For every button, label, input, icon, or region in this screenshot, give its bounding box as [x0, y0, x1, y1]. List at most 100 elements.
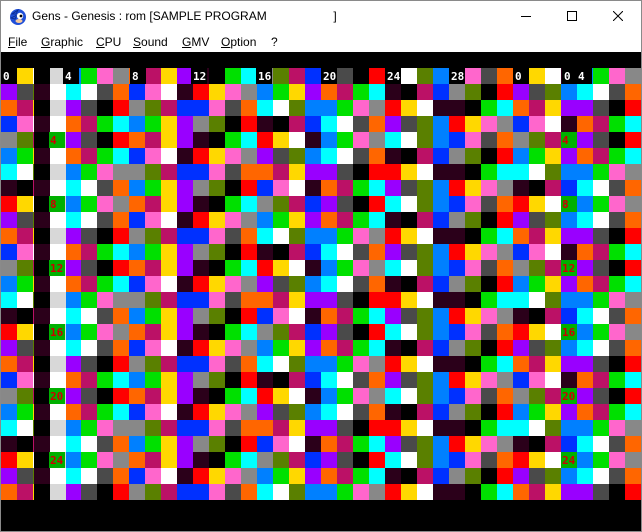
- pattern-tile: [369, 260, 385, 276]
- pattern-tile: [113, 340, 129, 356]
- pattern-tile: [337, 468, 353, 484]
- pattern-tile: [529, 340, 545, 356]
- pattern-tile: [625, 164, 641, 180]
- pattern-tile: [145, 116, 161, 132]
- pattern-tile: [257, 212, 273, 228]
- pattern-tile: [385, 452, 401, 468]
- pattern-tile: [97, 132, 113, 148]
- pattern-tile: [337, 276, 353, 292]
- pattern-tile: [289, 132, 305, 148]
- menu-option[interactable]: Option: [221, 34, 256, 50]
- pattern-tile: [257, 420, 273, 436]
- pattern-tile: [529, 404, 545, 420]
- menu-file[interactable]: File: [8, 34, 27, 50]
- pattern-tile: [1, 132, 17, 148]
- menu-gmv[interactable]: GMV: [182, 34, 209, 50]
- pattern-tile: [81, 68, 97, 84]
- menu-graphic[interactable]: Graphic: [41, 34, 83, 50]
- pattern-tile: [529, 372, 545, 388]
- pattern-tile: [273, 228, 289, 244]
- pattern-tile: [401, 308, 417, 324]
- pattern-tile: [337, 308, 353, 324]
- pattern-tile: [97, 164, 113, 180]
- pattern-tile: [401, 388, 417, 404]
- pattern-tile: [337, 164, 353, 180]
- pattern-tile: [305, 436, 321, 452]
- pattern-tile: [465, 228, 481, 244]
- pattern-strip-tile: [34, 324, 50, 340]
- pattern-tile: [1, 372, 17, 388]
- pattern-tile: [625, 340, 641, 356]
- pattern-tile: [609, 100, 625, 116]
- pattern-tile: [305, 164, 321, 180]
- pattern-tile: [465, 340, 481, 356]
- pattern-tile: [497, 260, 513, 276]
- pattern-tile: [241, 196, 257, 212]
- pattern-tile: [97, 116, 113, 132]
- pattern-tile: [65, 436, 81, 452]
- pattern-tile: [353, 100, 369, 116]
- title-bar[interactable]: Gens - Genesis : rom [SAMPLE PROGRAM ]: [1, 1, 641, 32]
- pattern-tile: [609, 292, 625, 308]
- pattern-tile: [113, 244, 129, 260]
- pattern-tile: [433, 148, 449, 164]
- pattern-tile: [561, 292, 577, 308]
- pattern-tile: [449, 244, 465, 260]
- pattern-tile: [81, 436, 97, 452]
- pattern-tile: [513, 388, 529, 404]
- pattern-strip-tile: [34, 68, 50, 84]
- pattern-tile: [1, 276, 17, 292]
- pattern-tile: [241, 468, 257, 484]
- pattern-tile: [465, 132, 481, 148]
- pattern-tile: [497, 372, 513, 388]
- pattern-tile: [369, 308, 385, 324]
- pattern-tile: [433, 452, 449, 468]
- pattern-tile: [481, 244, 497, 260]
- pattern-tile: [289, 260, 305, 276]
- pattern-tile: [241, 228, 257, 244]
- pattern-tile: [545, 148, 561, 164]
- pattern-tile: [545, 468, 561, 484]
- pattern-tile: [305, 372, 321, 388]
- pattern-tile: [497, 212, 513, 228]
- pattern-tile: [289, 388, 305, 404]
- pattern-tile: [113, 436, 129, 452]
- pattern-tile: [65, 84, 81, 100]
- pattern-tile: [321, 452, 337, 468]
- pattern-tile: [401, 420, 417, 436]
- pattern-tile: [113, 388, 129, 404]
- pattern-tile: [273, 436, 289, 452]
- pattern-tile: [513, 212, 529, 228]
- pattern-tile: [145, 244, 161, 260]
- row-marker-label: 4: [50, 134, 57, 147]
- pattern-tile: [497, 84, 513, 100]
- pattern-tile: [497, 308, 513, 324]
- pattern-tile: [417, 84, 433, 100]
- menu-cpu[interactable]: CPU: [96, 34, 121, 50]
- pattern-tile: [129, 148, 145, 164]
- menu-help[interactable]: ?: [271, 34, 278, 50]
- pattern-tile: [433, 484, 449, 500]
- pattern-tile: [161, 164, 177, 180]
- game-screen[interactable]: 0 4 8 12 16 20 24 28 0 0 4 4 8 12 16 20 24 4 8 12 16 20 24: [1, 52, 641, 531]
- pattern-tile: [97, 356, 113, 372]
- pattern-tile: [593, 84, 609, 100]
- pattern-tile: [145, 356, 161, 372]
- pattern-tile: [177, 148, 193, 164]
- minimize-button[interactable]: [503, 1, 549, 32]
- pattern-tile: [305, 420, 321, 436]
- maximize-button[interactable]: [549, 1, 595, 32]
- pattern-tile: [193, 452, 209, 468]
- pattern-tile: [465, 196, 481, 212]
- pattern-tile: [289, 468, 305, 484]
- pattern-tile: [161, 420, 177, 436]
- close-button[interactable]: [595, 1, 641, 32]
- pattern-strip-tile: [50, 244, 66, 260]
- pattern-tile: [497, 276, 513, 292]
- pattern-tile: [1, 324, 17, 340]
- pattern-tile: [337, 228, 353, 244]
- menu-sound[interactable]: Sound: [133, 34, 168, 50]
- pattern-tile: [129, 100, 145, 116]
- pattern-tile: [433, 212, 449, 228]
- pattern-tile: [401, 68, 417, 84]
